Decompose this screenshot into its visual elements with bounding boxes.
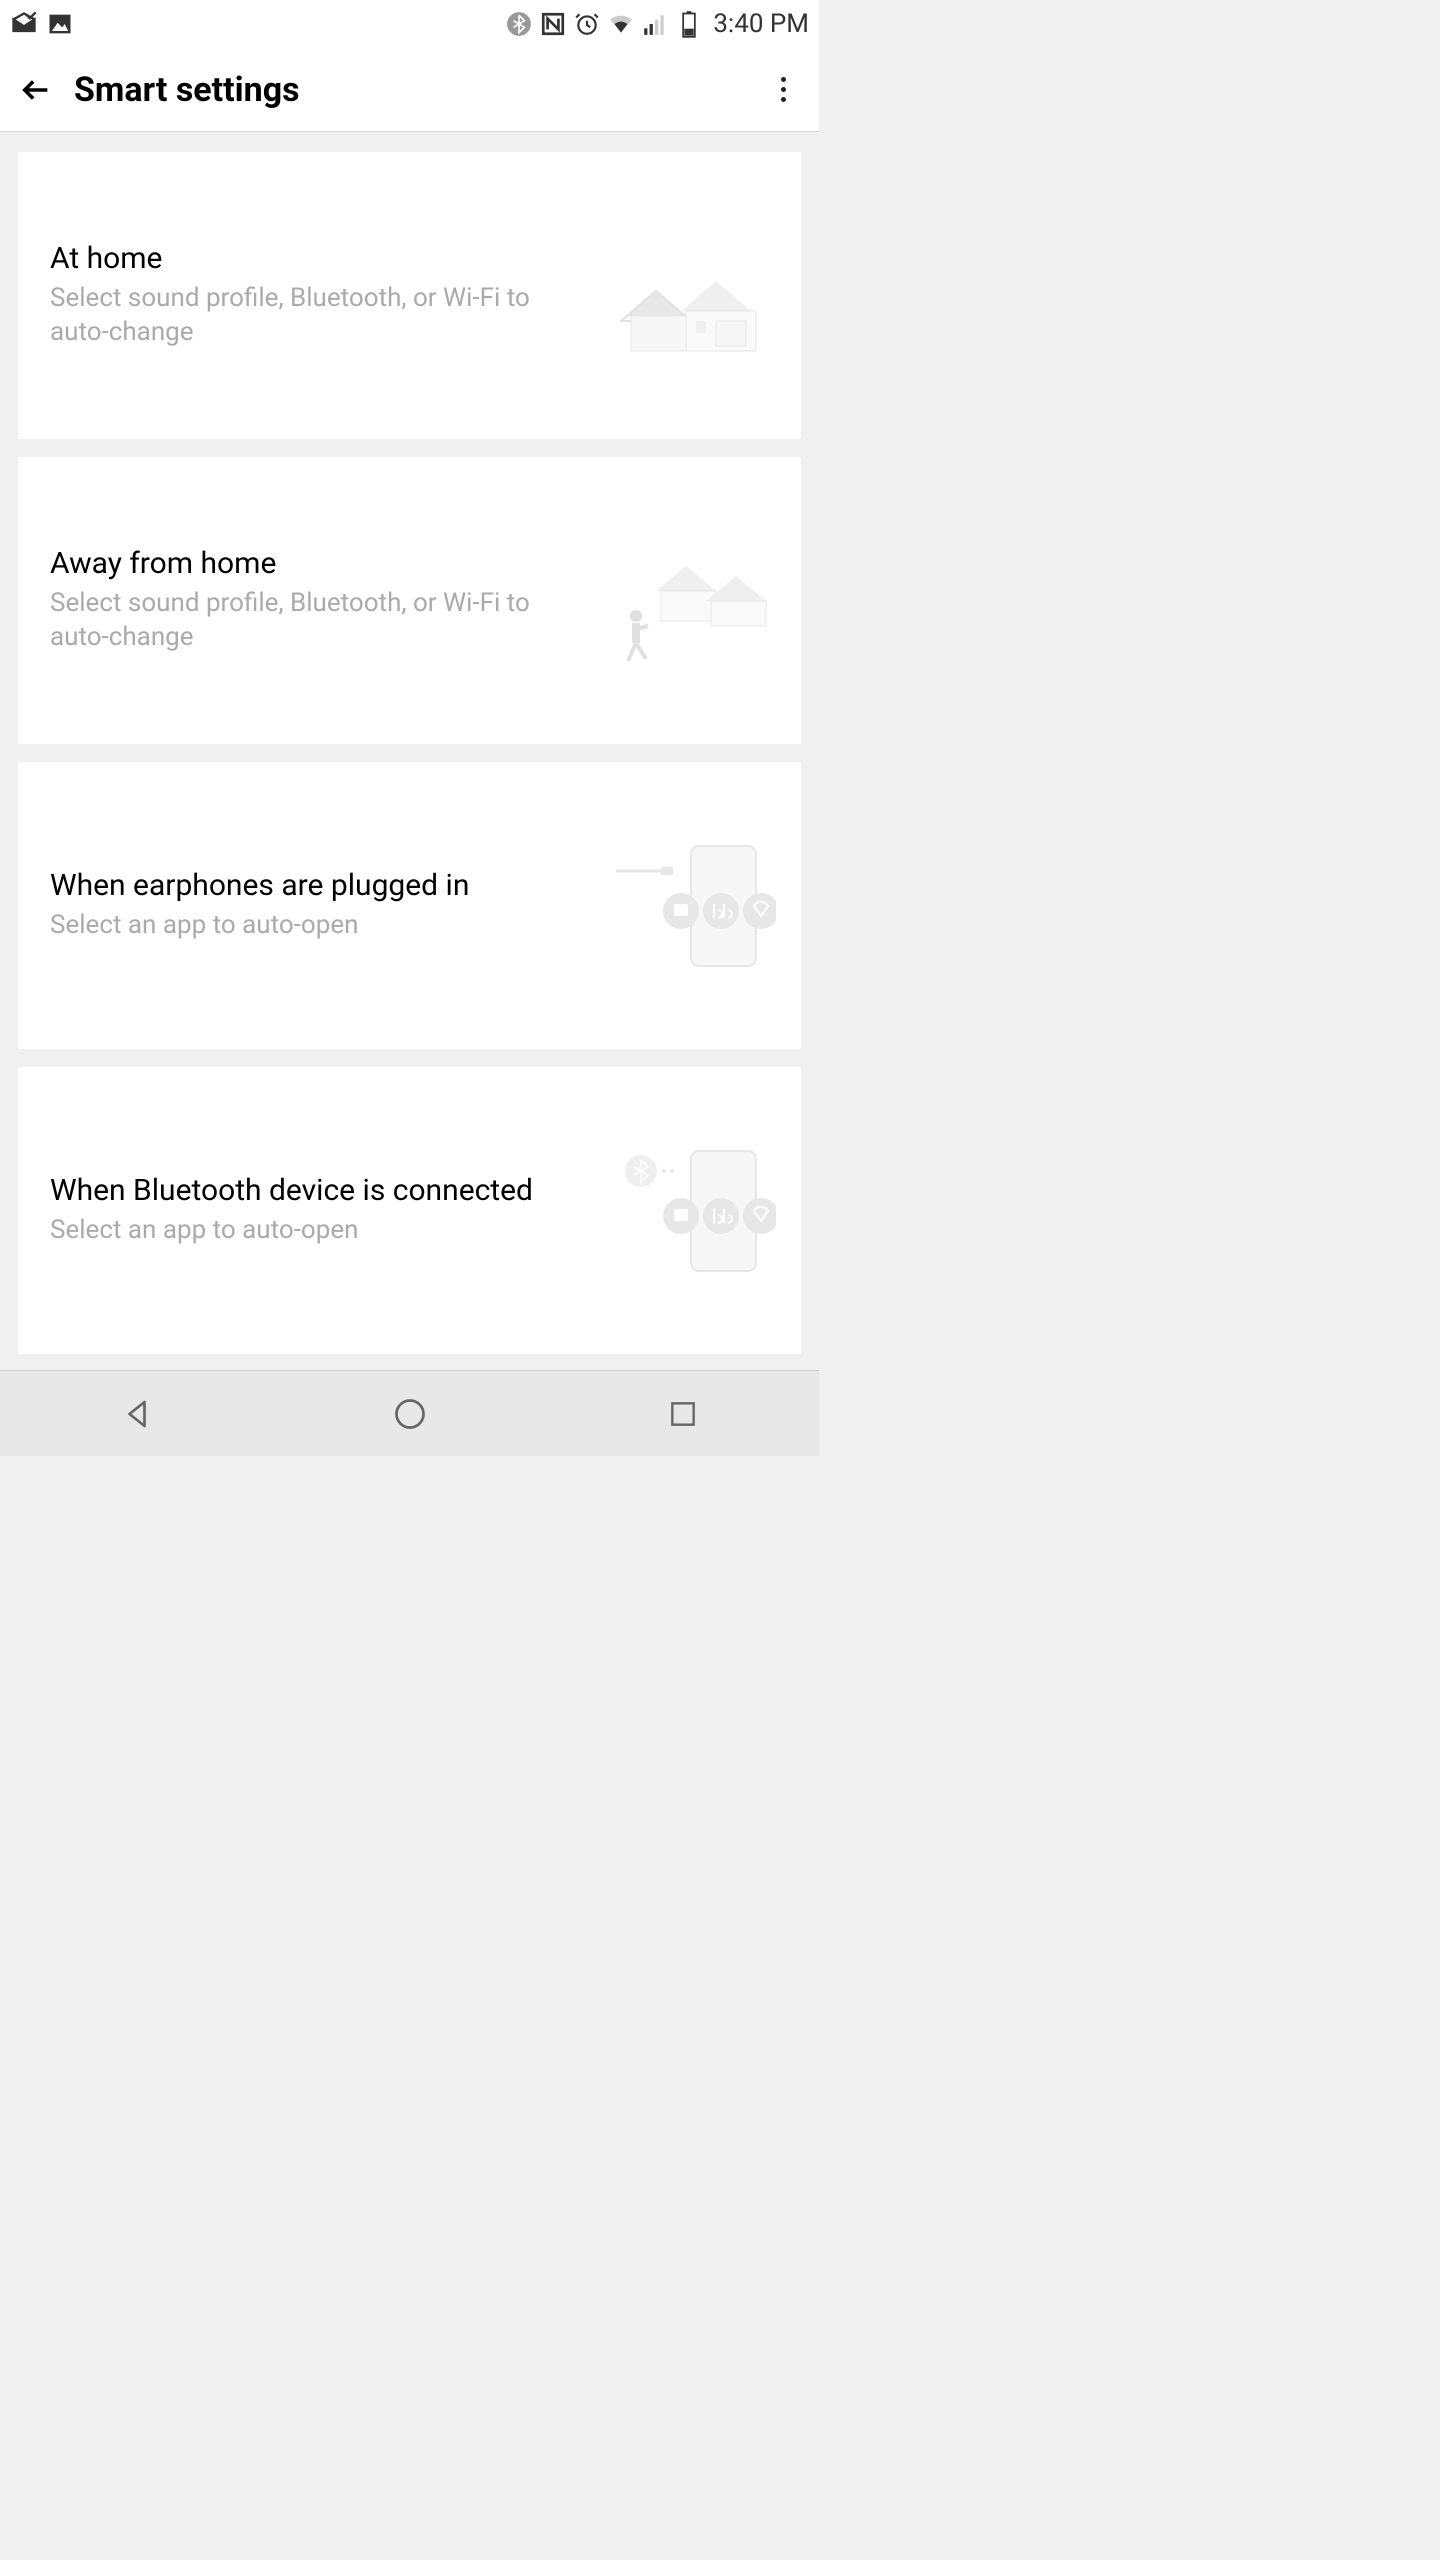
card-title: When Bluetooth device is connected (50, 1173, 581, 1208)
card-text: When Bluetooth device is connected Selec… (50, 1173, 601, 1248)
battery-icon (675, 10, 703, 38)
card-at-home[interactable]: At home Select sound profile, Bluetooth,… (18, 152, 801, 439)
back-arrow-icon[interactable] (18, 72, 54, 108)
bluetooth-icon (505, 10, 533, 38)
card-away-from-home[interactable]: Away from home Select sound profile, Blu… (18, 457, 801, 744)
bluetooth-device-icon (601, 1131, 781, 1291)
mail-icon (10, 10, 38, 38)
status-bar: 3:40 PM (0, 0, 819, 48)
nav-home-icon[interactable] (388, 1392, 432, 1436)
card-title: At home (50, 241, 581, 276)
status-time: 3:40 PM (713, 9, 809, 39)
earphones-icon (601, 826, 781, 986)
home-icon (601, 216, 781, 376)
card-subtitle: Select an app to auto-open (50, 1214, 581, 1248)
nav-recent-icon[interactable] (661, 1392, 705, 1436)
away-home-icon (601, 521, 781, 681)
card-bluetooth-device[interactable]: When Bluetooth device is connected Selec… (18, 1067, 801, 1354)
card-text: At home Select sound profile, Bluetooth,… (50, 241, 601, 350)
content-area: At home Select sound profile, Bluetooth,… (0, 132, 819, 1370)
nav-back-icon[interactable] (115, 1392, 159, 1436)
signal-icon (641, 10, 669, 38)
alarm-icon (573, 10, 601, 38)
card-subtitle: Select sound profile, Bluetooth, or Wi-F… (50, 587, 581, 655)
card-subtitle: Select an app to auto-open (50, 909, 581, 943)
card-text: Away from home Select sound profile, Blu… (50, 546, 601, 655)
card-earphones[interactable]: When earphones are plugged in Select an … (18, 762, 801, 1049)
nfc-icon (539, 10, 567, 38)
overflow-menu-icon[interactable] (765, 72, 801, 108)
status-left (10, 10, 74, 38)
app-bar: Smart settings (0, 48, 819, 132)
navigation-bar (0, 1370, 819, 1456)
card-title: When earphones are plugged in (50, 868, 581, 903)
card-title: Away from home (50, 546, 581, 581)
card-text: When earphones are plugged in Select an … (50, 868, 601, 943)
wifi-icon (607, 10, 635, 38)
page-title: Smart settings (74, 70, 765, 110)
card-subtitle: Select sound profile, Bluetooth, or Wi-F… (50, 282, 581, 350)
gallery-icon (46, 10, 74, 38)
status-right: 3:40 PM (505, 9, 809, 39)
